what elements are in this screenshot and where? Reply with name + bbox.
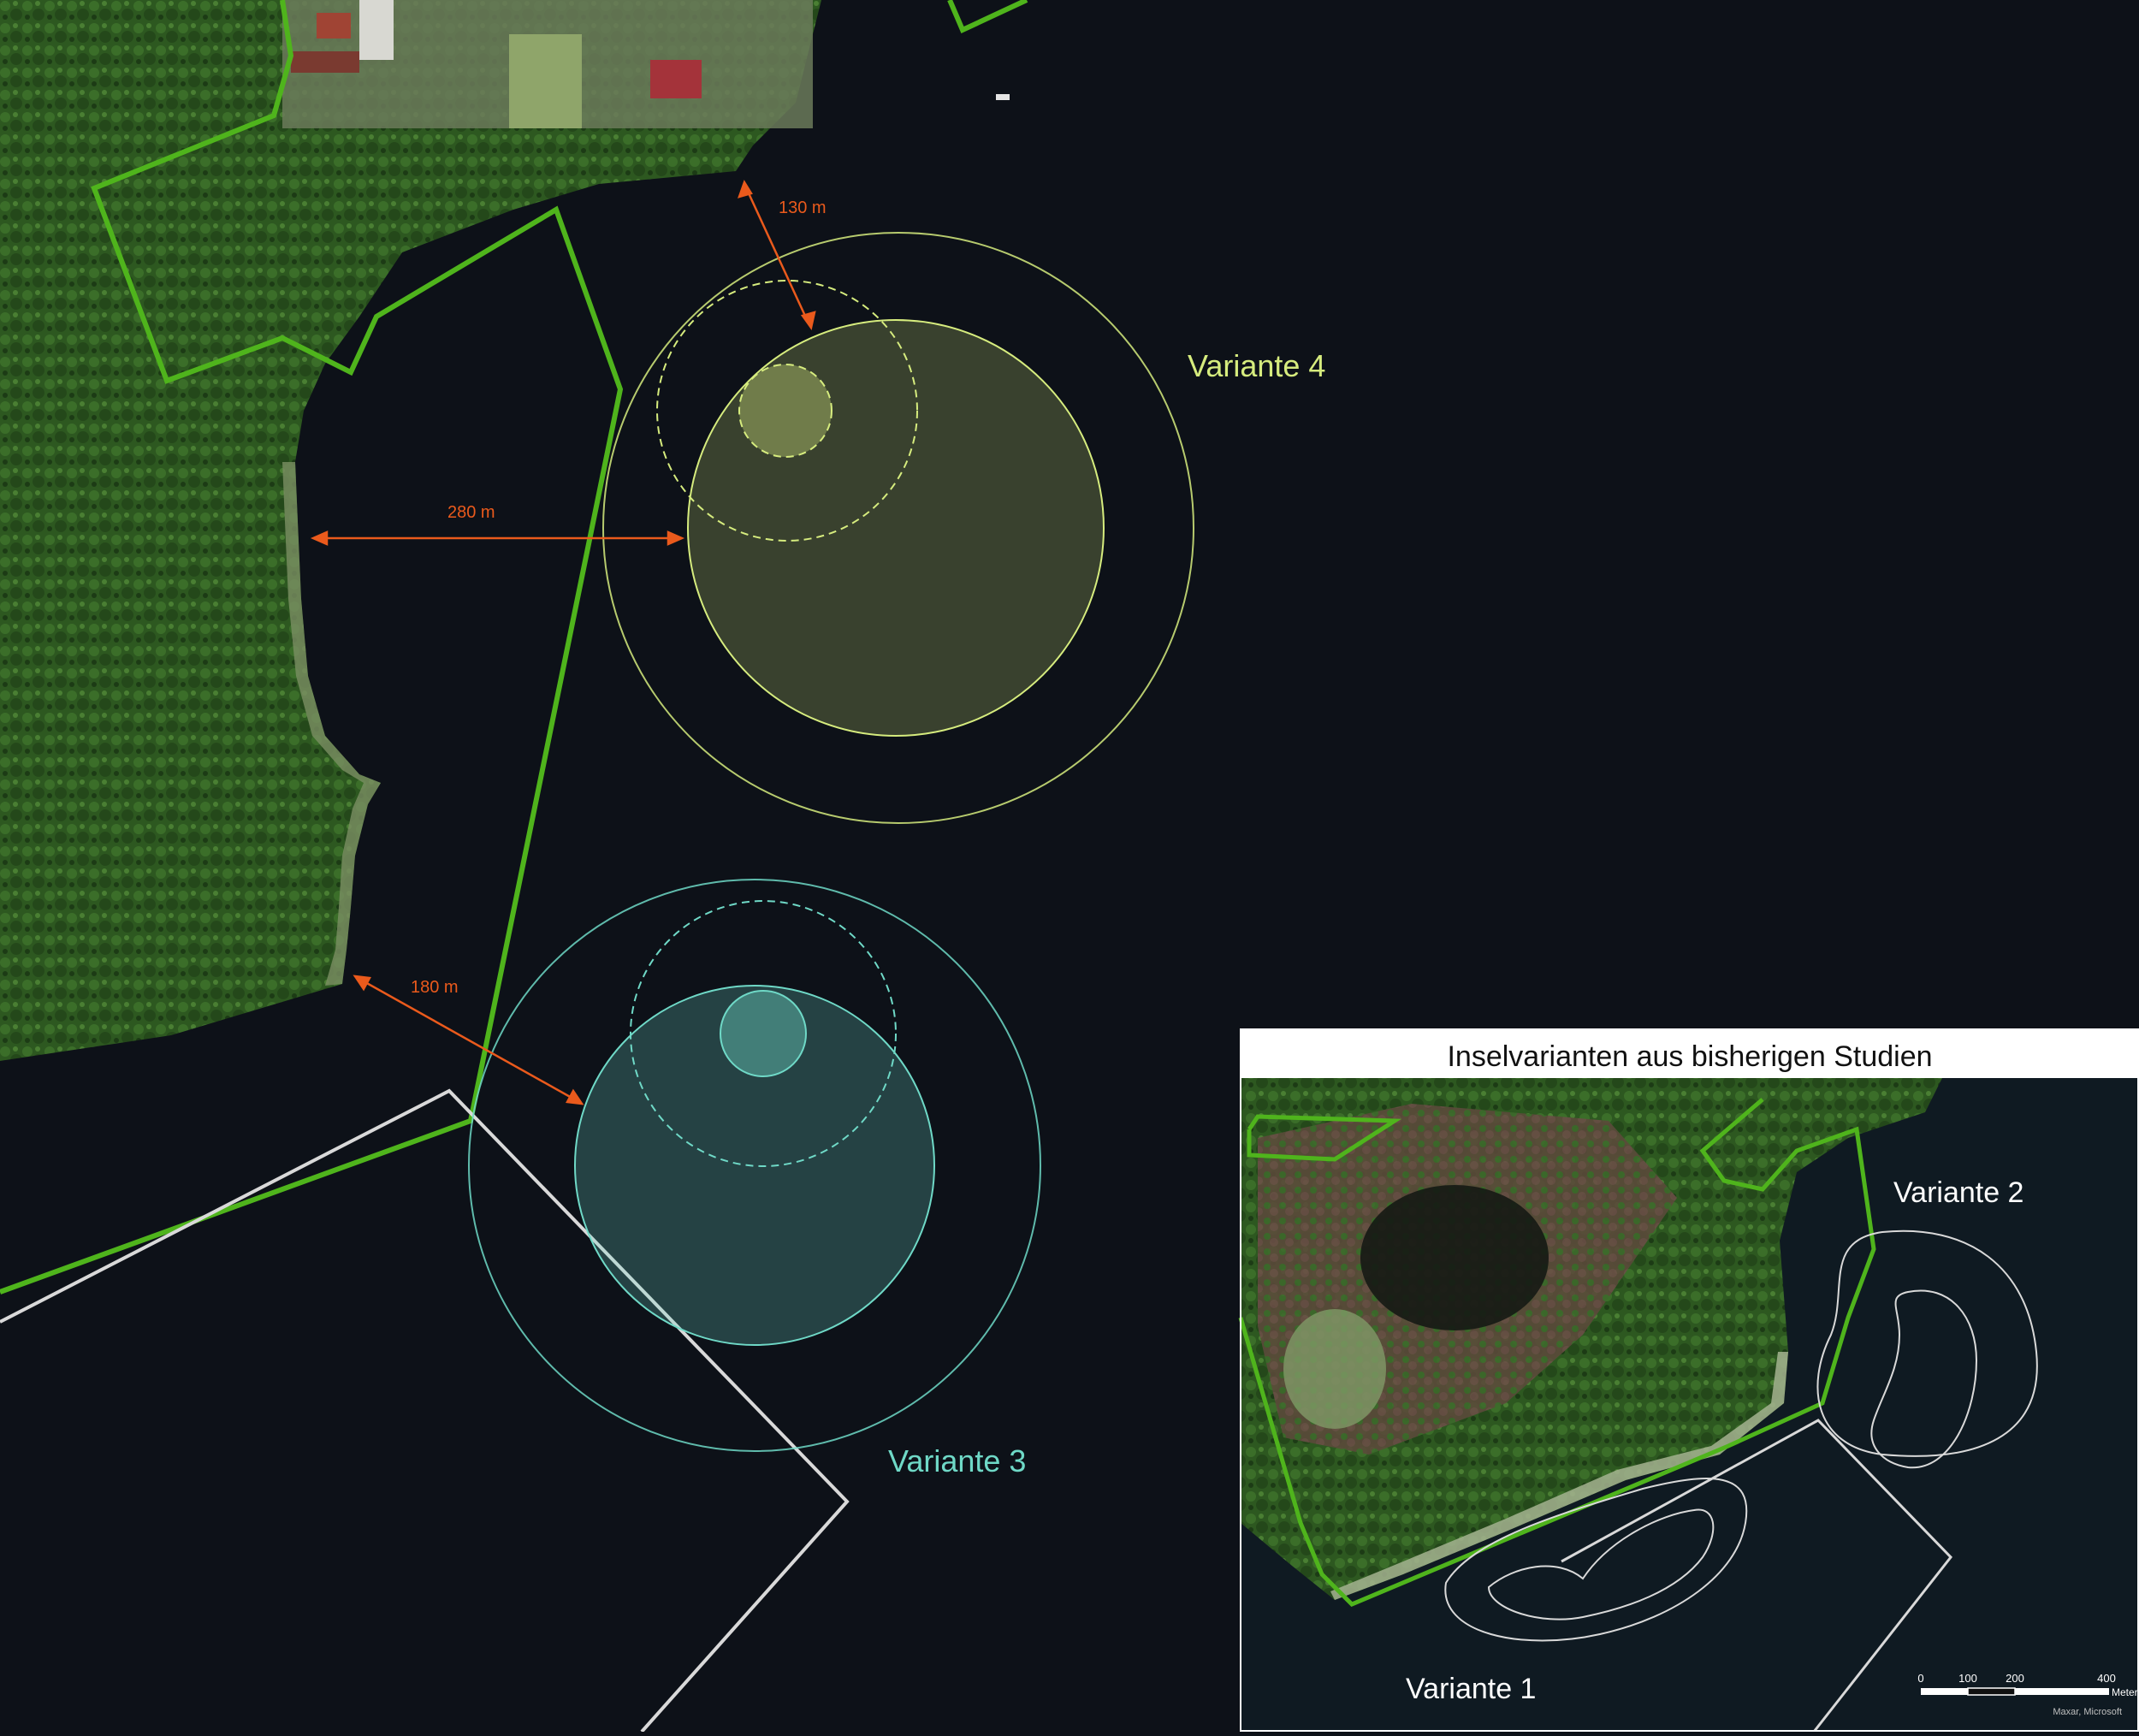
building bbox=[359, 0, 394, 60]
scale-bar-segment bbox=[1967, 1687, 2016, 1696]
variant-3-label: Variante 3 bbox=[888, 1443, 1026, 1478]
inset-variant-1-label: Variante 1 bbox=[1406, 1673, 1536, 1705]
variant-3-small-island bbox=[720, 990, 807, 1077]
map-canvas: Variante 4 Variante 3 130 m 280 m 180 m … bbox=[0, 0, 2139, 1733]
scale-unit: Meter bbox=[2112, 1686, 2138, 1698]
distance-130-label: 130 m bbox=[779, 198, 827, 217]
variant-4-label: Variante 4 bbox=[1188, 348, 1325, 383]
inset-title: Inselvarianten aus bisherigen Studien bbox=[1447, 1040, 1932, 1073]
map-view: Variante 4 Variante 3 130 m 280 m 180 m … bbox=[0, 0, 2139, 1733]
sports-field bbox=[650, 60, 702, 98]
building bbox=[317, 13, 351, 39]
scale-tick-200: 200 bbox=[2006, 1672, 2024, 1685]
inset-variant-2-label: Variante 2 bbox=[1893, 1176, 2023, 1209]
scale-tick-400: 400 bbox=[2097, 1672, 2116, 1685]
building bbox=[291, 51, 359, 73]
scale-bar-segment bbox=[2015, 1688, 2109, 1695]
variant-4-small-island bbox=[738, 364, 832, 458]
inset-meadow bbox=[1283, 1309, 1386, 1429]
meadow bbox=[509, 34, 582, 128]
boat bbox=[996, 94, 1010, 100]
inset-ponds bbox=[1360, 1185, 1549, 1330]
scale-bar-segment bbox=[1921, 1688, 1968, 1695]
inset-map: Inselvarianten aus bisherigen Studien Va… bbox=[1238, 1028, 2139, 1733]
scale-tick-100: 100 bbox=[1958, 1672, 1977, 1685]
distance-180-label: 180 m bbox=[411, 978, 459, 997]
distance-280-label: 280 m bbox=[447, 503, 495, 522]
scale-tick-0: 0 bbox=[1917, 1672, 1923, 1685]
attribution: Maxar, Microsoft bbox=[2053, 1707, 2122, 1717]
